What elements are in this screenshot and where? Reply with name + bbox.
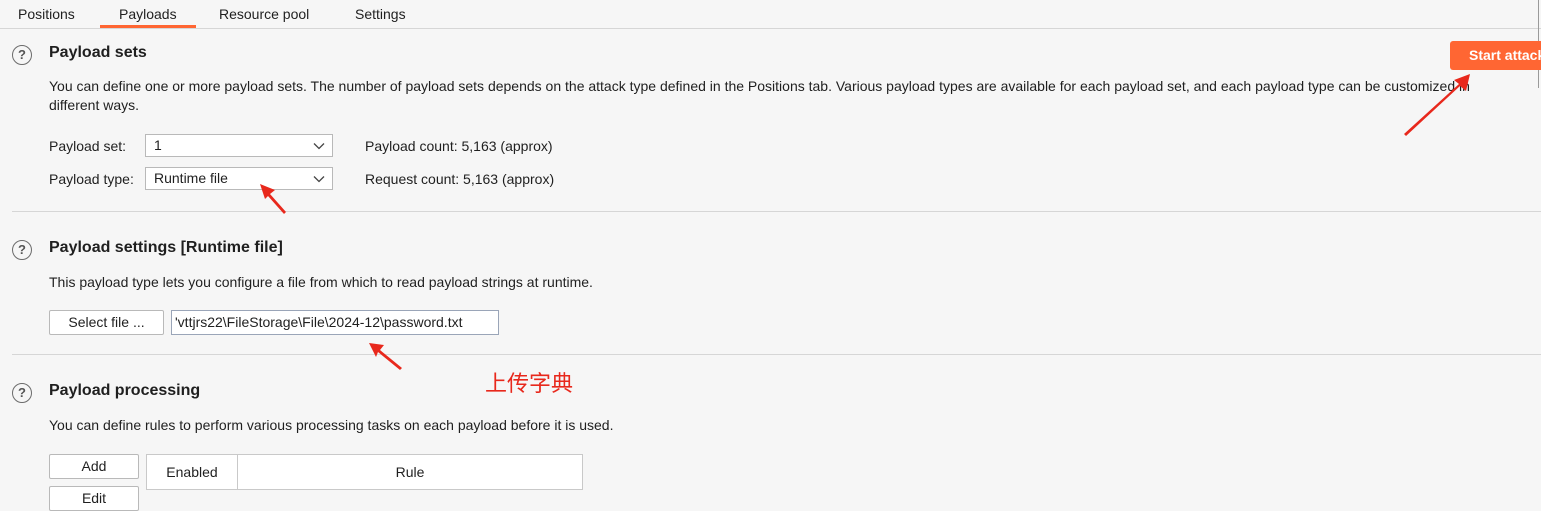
payload-count: Payload count: 5,163 (approx) — [365, 138, 553, 154]
tab-positions[interactable]: Positions — [18, 6, 75, 22]
edit-rule-button[interactable]: Edit — [49, 486, 139, 511]
help-icon[interactable]: ? — [12, 45, 32, 65]
help-icon[interactable]: ? — [12, 240, 32, 260]
chevron-down-icon — [313, 176, 325, 183]
file-path-field[interactable]: 'vttjrs22\FileStorage\File\2024-12\passw… — [171, 310, 499, 335]
payload-settings-description: This payload type lets you configure a f… — [49, 274, 593, 290]
column-header-rule[interactable]: Rule — [237, 454, 583, 490]
tab-settings[interactable]: Settings — [355, 6, 406, 22]
annotation-label: 上传字典 — [485, 372, 574, 397]
payload-sets-description: You can define one or more payload sets.… — [49, 78, 1470, 113]
tab-resource-pool[interactable]: Resource pool — [219, 6, 309, 22]
request-count: Request count: 5,163 (approx) — [365, 171, 555, 187]
payload-type-value: Runtime file — [154, 170, 228, 186]
arrow-to-file-path — [369, 343, 402, 370]
help-icon[interactable]: ? — [12, 383, 32, 403]
section-divider — [12, 211, 1541, 212]
payload-settings-title: Payload settings [Runtime file] — [49, 239, 283, 256]
payload-processing-title: Payload processing — [49, 382, 201, 399]
add-rule-button[interactable]: Add — [49, 454, 139, 479]
payload-type-label: Payload type: — [49, 171, 134, 187]
tab-bar: Positions Payloads Resource pool Setting… — [0, 0, 1541, 29]
payload-set-label: Payload set: — [49, 138, 127, 154]
column-header-enabled[interactable]: Enabled — [146, 454, 238, 490]
payload-set-select[interactable]: 1 — [145, 134, 333, 157]
tab-payloads[interactable]: Payloads — [100, 6, 196, 28]
section-divider — [12, 354, 1541, 355]
payload-sets-title: Payload sets — [49, 44, 147, 61]
chevron-down-icon — [313, 143, 325, 150]
payload-processing-description: You can define rules to perform various … — [49, 417, 614, 433]
payload-set-value: 1 — [154, 137, 162, 153]
select-file-button[interactable]: Select file ... — [49, 310, 164, 335]
start-attack-button[interactable]: Start attack — [1450, 41, 1541, 70]
payload-type-select[interactable]: Runtime file — [145, 167, 333, 190]
rules-table: Enabled Rule — [146, 454, 583, 490]
